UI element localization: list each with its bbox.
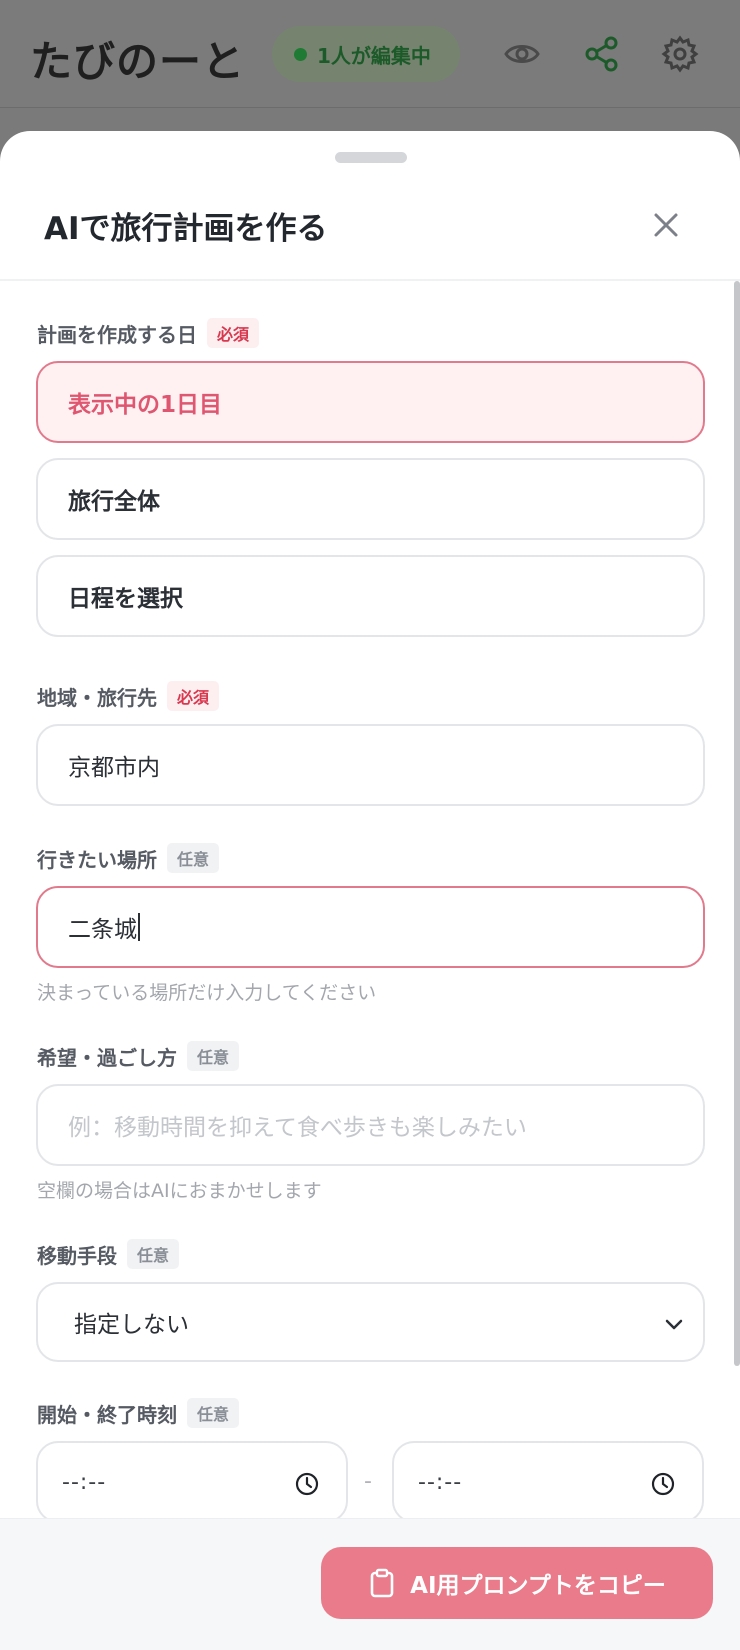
places-label-text: 行きたい場所: [37, 847, 157, 872]
destination-input[interactable]: 京都市内: [36, 724, 705, 806]
transport-selected-value: 指定しない: [74, 1312, 189, 1338]
copy-prompt-button[interactable]: AI用プロンプトをコピー: [321, 1547, 713, 1619]
app-title: たびのーと: [30, 37, 246, 86]
date-scope-label-text: 計画を作成する日: [37, 322, 197, 347]
optional-tag: 任意: [187, 1041, 240, 1071]
preferences-helper: 空欄の場合はAIにおまかせします: [37, 1180, 322, 1202]
preferences-input[interactable]: 例：移動時間を抑えて食べ歩きも楽しみたい: [36, 1084, 705, 1166]
scrollbar[interactable]: [734, 281, 740, 1366]
destination-label: 地域・旅行先 必須: [37, 681, 220, 711]
places-input[interactable]: 二条城: [36, 886, 705, 968]
end-time-value: --:--: [418, 1469, 463, 1495]
end-time-input[interactable]: --:--: [392, 1441, 704, 1523]
editing-status-badge: 1人が編集中: [272, 26, 460, 82]
clock-icon[interactable]: [650, 1471, 676, 1497]
clipboard-icon: [370, 1568, 394, 1598]
form-content: 計画を作成する日 必須 表示中の1日目 旅行全体 日程を選択 地域・旅行先 必須…: [0, 131, 734, 1650]
app-header: たびのーと 1人が編集中: [0, 0, 740, 108]
date-scope-label: 計画を作成する日 必須: [37, 318, 260, 348]
places-label: 行きたい場所 任意: [37, 843, 220, 873]
time-range-label-text: 開始・終了時刻: [37, 1402, 177, 1427]
optional-tag: 任意: [187, 1398, 240, 1428]
preferences-placeholder: 例：移動時間を抑えて食べ歩きも楽しみたい: [68, 1115, 527, 1141]
chevron-down-icon: [665, 1319, 683, 1330]
sheet-footer: AI用プロンプトをコピー: [0, 1518, 740, 1650]
places-value: 二条城: [68, 917, 137, 943]
preferences-label: 希望・過ごし方 任意: [37, 1041, 240, 1071]
transport-select[interactable]: 指定しない: [36, 1282, 705, 1362]
transport-label-text: 移動手段: [37, 1243, 117, 1268]
required-tag: 必須: [167, 681, 220, 711]
option-label: 日程を選択: [68, 586, 183, 612]
destination-value: 京都市内: [68, 755, 160, 781]
option-whole-trip[interactable]: 旅行全体: [36, 458, 705, 540]
time-separator: -: [364, 1469, 372, 1494]
editing-status-text: 1人が編集中: [317, 43, 431, 68]
time-range-label: 開始・終了時刻 任意: [37, 1398, 240, 1428]
option-label: 旅行全体: [68, 489, 160, 515]
transport-label: 移動手段 任意: [37, 1239, 180, 1269]
start-time-input[interactable]: --:--: [36, 1441, 348, 1523]
optional-tag: 任意: [167, 843, 220, 873]
gear-icon[interactable]: [660, 34, 700, 74]
text-cursor: [138, 913, 140, 941]
destination-label-text: 地域・旅行先: [37, 685, 157, 710]
clock-icon[interactable]: [294, 1471, 320, 1497]
optional-tag: 任意: [127, 1239, 180, 1269]
required-tag: 必須: [207, 318, 260, 348]
ai-plan-sheet: AIで旅行計画を作る 計画を作成する日 必須 表示中の1日目 旅行全体 日程を選…: [0, 131, 740, 1650]
share-icon[interactable]: [582, 34, 622, 74]
online-dot-icon: [294, 47, 307, 61]
places-helper: 決まっている場所だけ入力してください: [37, 982, 377, 1004]
preferences-label-text: 希望・過ごし方: [37, 1045, 177, 1070]
copy-prompt-label: AI用プロンプトをコピー: [410, 1573, 666, 1599]
start-time-value: --:--: [62, 1469, 107, 1495]
option-current-day[interactable]: 表示中の1日目: [36, 361, 705, 443]
eye-icon[interactable]: [502, 34, 542, 74]
option-select-days[interactable]: 日程を選択: [36, 555, 705, 637]
option-label: 表示中の1日目: [68, 392, 223, 418]
